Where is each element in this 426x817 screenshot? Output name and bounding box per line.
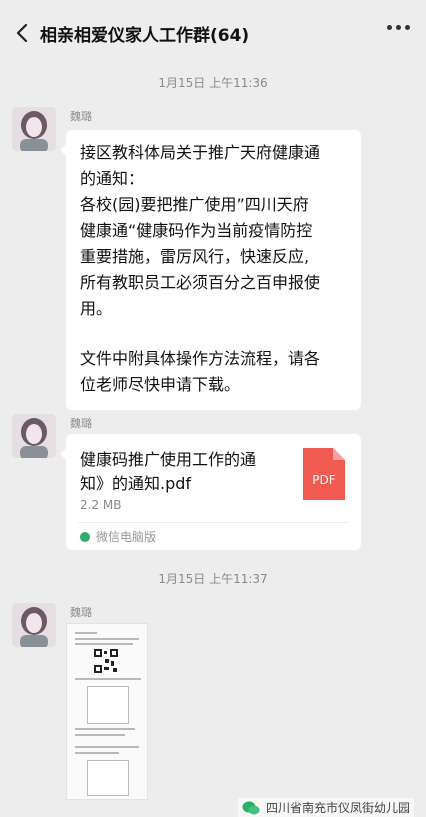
message-line: 用。 (80, 299, 113, 318)
wechat-icon (242, 801, 260, 814)
message-line: 的通知： (80, 169, 145, 188)
doc-text-line (75, 752, 119, 754)
doc-text-line (75, 638, 139, 640)
file-size: 2.2 MB (80, 498, 122, 512)
file-source: 微信电脑版 (80, 528, 156, 545)
message-line: 重要措施，雷厉风行，快速反应, (80, 247, 310, 266)
doc-text-line (75, 632, 97, 634)
timestamp: 1月15日 上午11:37 (158, 572, 268, 586)
sender-name: 魏璐 (70, 110, 92, 123)
avatar[interactable] (12, 414, 56, 458)
message-line: 健康通“健康码作为当前疫情防控 (80, 221, 313, 240)
file-name: 健康码推广使用工作的通 知》的通知.pdf (80, 448, 280, 496)
file-source-label: 微信电脑版 (96, 530, 157, 544)
doc-text-line (75, 643, 133, 645)
message-line: 各校(园)要把推广使用”四川天府 (80, 195, 309, 214)
message-list[interactable]: 1月15日 上午11:36 魏璐 接区教科体局关于推广天府健康通 的通知： 各校… (0, 58, 426, 817)
pdf-icon-label: PDF (312, 473, 335, 487)
file-name-line: 知》的通知.pdf (80, 474, 192, 493)
message-line: 位老师尽快申请下载。 (80, 375, 241, 394)
watermark: 四川省南充市仪凤街幼儿园 (237, 798, 414, 817)
file-message-bubble[interactable]: 健康码推广使用工作的通 知》的通知.pdf 2.2 MB PDF 微信电脑版 (60, 434, 361, 550)
sender-name: 魏璐 (70, 417, 92, 430)
message-line: 文件中附具体操作方法流程，请各 (80, 349, 321, 368)
doc-text-line (75, 746, 139, 748)
wechat-icon (80, 531, 90, 542)
divider (78, 522, 349, 523)
doc-text-line (75, 734, 125, 736)
file-name-line: 健康码推广使用工作的通 (80, 450, 257, 469)
status-bar (0, 0, 426, 8)
doc-screenshot (87, 686, 129, 724)
qr-code-icon (93, 648, 119, 674)
back-icon[interactable] (4, 8, 40, 58)
doc-text-line (75, 728, 135, 730)
watermark-text: 四川省南充市仪凤街幼儿园 (265, 801, 410, 815)
more-icon[interactable] (387, 25, 410, 30)
doc-screenshot (87, 760, 129, 796)
doc-text-line (75, 678, 141, 680)
sender-name: 魏璐 (70, 606, 92, 619)
text-message-bubble[interactable]: 接区教科体局关于推广天府健康通 的通知： 各校(园)要把推广使用”四川天府 健康… (60, 130, 361, 410)
chat-title: 相亲相爱仪家人工作群(64) (40, 25, 250, 46)
image-message[interactable] (66, 623, 148, 800)
avatar[interactable] (12, 107, 56, 151)
avatar[interactable] (12, 603, 56, 647)
pdf-file-icon: PDF (301, 446, 347, 502)
timestamp: 1月15日 上午11:36 (158, 76, 268, 90)
message-line: 所有教职员工必须百分之百申报使 (80, 273, 321, 292)
chat-header: 相亲相爱仪家人工作群(64) (0, 8, 426, 58)
message-line: 接区教科体局关于推广天府健康通 (80, 143, 321, 162)
